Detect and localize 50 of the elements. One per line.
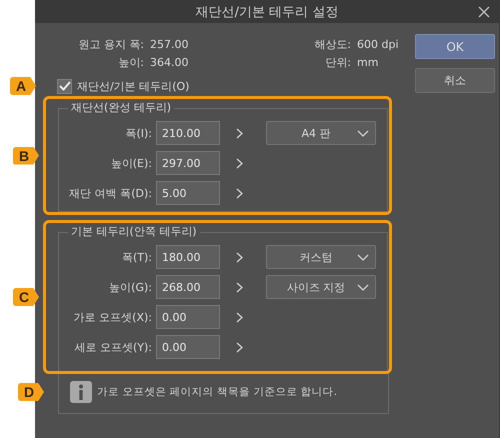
info-value: 364.00 [150, 55, 190, 70]
field-label: 재단 여백 폭(D): [68, 186, 153, 200]
ok-button[interactable]: OK [415, 34, 495, 59]
info-label: 단위: [324, 55, 352, 70]
chevron-right-icon[interactable] [236, 252, 243, 262]
field-label: 높이(E): [110, 156, 153, 170]
input-field[interactable]: 297.00 [156, 151, 220, 175]
field-label: 높이(G): [108, 280, 153, 294]
chevron-right-icon[interactable] [236, 282, 243, 292]
info-label: 해상도: [313, 37, 352, 52]
info-value: 257.00 [150, 37, 190, 52]
input-field[interactable]: 0.00 [156, 335, 220, 359]
window-title: 재단선/기본 테두리 설정 [196, 4, 338, 20]
info-label: 원고 용지 폭: [77, 37, 145, 52]
input-field[interactable]: 0.00 [156, 305, 220, 329]
group-title: 재단선(완성 테두리) [68, 101, 174, 115]
info-value: 600 dpi [357, 37, 400, 52]
check-icon [58, 81, 70, 91]
chevron-right-icon[interactable] [236, 312, 243, 322]
checkbox-label: 재단선/기본 테두리(O) [77, 78, 190, 94]
input-field[interactable]: 210.00 [156, 121, 220, 145]
caret-icon [357, 130, 369, 137]
caret-icon [357, 254, 369, 261]
callout-tag: C [13, 288, 39, 306]
dropdown[interactable]: A4 판 [266, 121, 376, 145]
input-field[interactable]: 180.00 [156, 245, 220, 269]
chevron-right-icon[interactable] [236, 188, 243, 198]
dropdown[interactable]: 커스텀 [266, 245, 376, 269]
checkbox[interactable] [57, 78, 72, 94]
field-label: 폭(T): [120, 250, 153, 264]
callout-tag: D [18, 383, 44, 401]
group-title: 기본 테두리(안쪽 테두리) [68, 225, 200, 239]
field-label: 가로 오프셋(X): [72, 310, 153, 324]
callout-tag: A [10, 77, 36, 95]
cancel-button[interactable]: 취소 [415, 68, 495, 93]
info-value: mm [357, 55, 380, 70]
chevron-right-icon[interactable] [236, 128, 243, 138]
chevron-right-icon[interactable] [236, 158, 243, 168]
dropdown[interactable]: 사이즈 지정 [266, 275, 376, 299]
input-field[interactable]: 268.00 [156, 275, 220, 299]
chevron-right-icon[interactable] [236, 342, 243, 352]
info-icon [70, 381, 92, 403]
input-field[interactable]: 5.00 [156, 181, 220, 205]
info-label: 높이: [117, 55, 145, 70]
close-icon[interactable] [478, 6, 490, 18]
field-label: 폭(I): [124, 126, 153, 140]
callout-tag: B [13, 146, 39, 164]
caret-icon [357, 284, 369, 291]
info-message: 가로 오프셋은 페이지의 책목을 기준으로 합니다. [97, 385, 338, 399]
field-label: 세로 오프셋(Y): [73, 340, 153, 354]
